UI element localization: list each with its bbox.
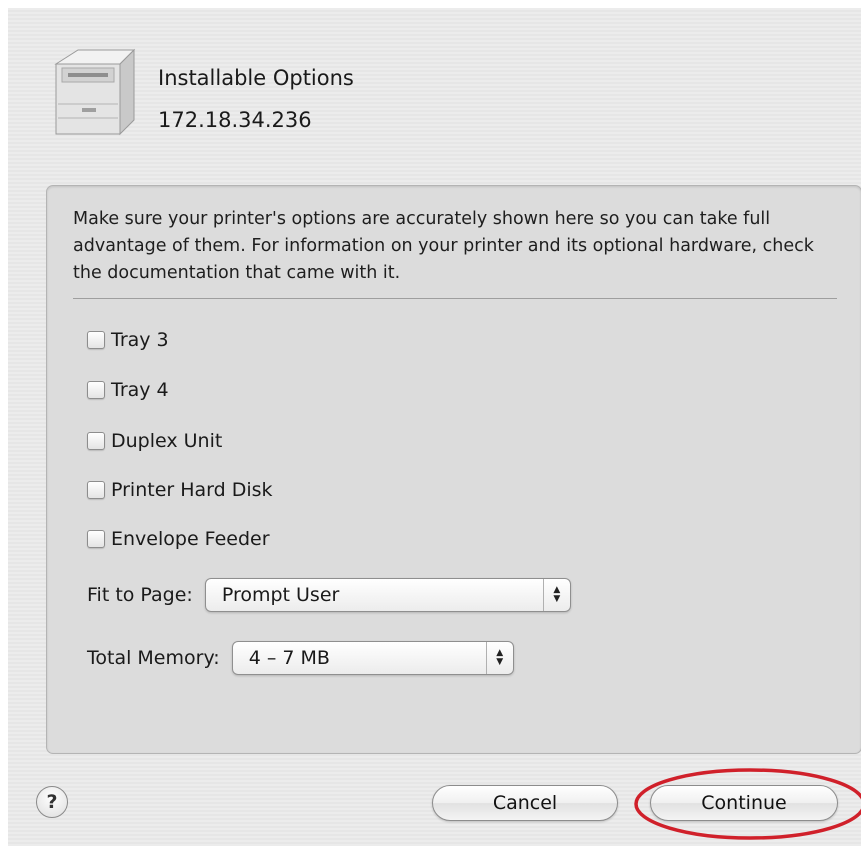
- dialog-sheet: Installable Options 172.18.34.236 Make s…: [8, 8, 861, 846]
- page-title: Installable Options: [158, 66, 354, 90]
- options-panel: Make sure your printer's options are acc…: [46, 185, 861, 754]
- tray-3-checkbox[interactable]: [87, 331, 105, 349]
- cancel-button[interactable]: Cancel: [432, 785, 618, 821]
- option-tray-4[interactable]: Tray 4: [87, 376, 169, 404]
- continue-button[interactable]: Continue: [650, 785, 838, 821]
- printer-hard-disk-label: Printer Hard Disk: [111, 479, 273, 501]
- printer-icon: [48, 46, 138, 146]
- tray-4-label: Tray 4: [111, 379, 169, 401]
- total-memory-row: Total Memory: 4 – 7 MB ▲ ▼: [87, 641, 514, 675]
- duplex-unit-label: Duplex Unit: [111, 430, 223, 452]
- duplex-unit-checkbox[interactable]: [87, 432, 105, 450]
- option-tray-3[interactable]: Tray 3: [87, 326, 169, 354]
- fit-to-page-value: Prompt User: [221, 584, 340, 606]
- fit-to-page-label: Fit to Page:: [87, 584, 193, 606]
- total-memory-value: 4 – 7 MB: [248, 647, 330, 669]
- help-button[interactable]: ?: [36, 786, 68, 818]
- printer-address: 172.18.34.236: [158, 108, 312, 132]
- divider: [73, 298, 837, 299]
- option-envelope-feeder[interactable]: Envelope Feeder: [87, 525, 270, 553]
- tray-4-checkbox[interactable]: [87, 381, 105, 399]
- up-down-arrows-icon: ▲ ▼: [542, 579, 570, 611]
- envelope-feeder-label: Envelope Feeder: [111, 528, 270, 550]
- up-down-arrows-icon: ▲ ▼: [485, 642, 513, 674]
- total-memory-label: Total Memory:: [87, 647, 220, 669]
- fit-to-page-row: Fit to Page: Prompt User ▲ ▼: [87, 578, 571, 612]
- panel-description: Make sure your printer's options are acc…: [73, 209, 814, 283]
- envelope-feeder-checkbox[interactable]: [87, 530, 105, 548]
- option-duplex-unit[interactable]: Duplex Unit: [87, 427, 222, 455]
- total-memory-select[interactable]: 4 – 7 MB ▲ ▼: [231, 641, 514, 675]
- printer-hard-disk-checkbox[interactable]: [87, 481, 105, 499]
- tray-3-label: Tray 3: [111, 329, 169, 351]
- option-printer-hard-disk[interactable]: Printer Hard Disk: [87, 476, 273, 504]
- fit-to-page-select[interactable]: Prompt User ▲ ▼: [204, 578, 571, 612]
